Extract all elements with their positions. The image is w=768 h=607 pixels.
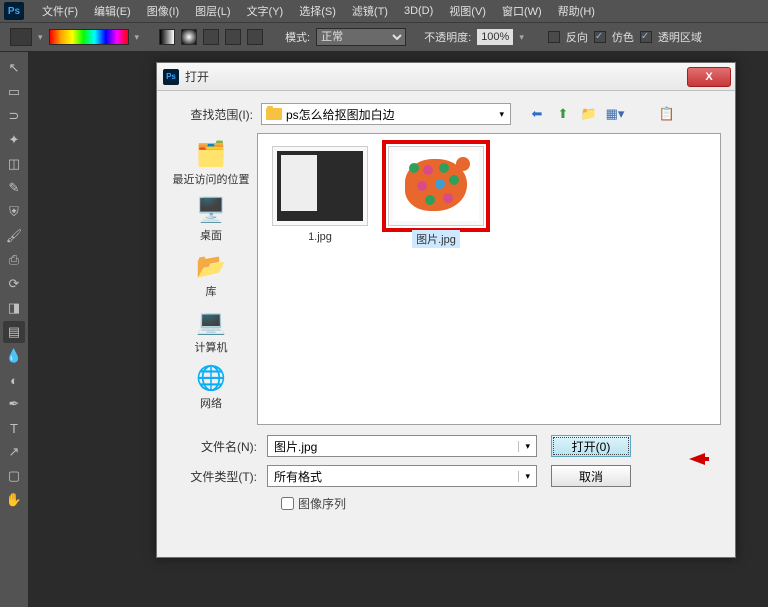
file-list-footer (257, 413, 721, 425)
menu-3d[interactable]: 3D(D) (396, 5, 441, 17)
heal-tool-icon[interactable]: ⛨ (3, 201, 25, 223)
recent-places-icon: 🗂️ (192, 137, 230, 171)
folder-icon (266, 108, 282, 120)
gradient-type-angle-icon[interactable] (203, 29, 219, 45)
mode-label: 模式: (285, 29, 310, 45)
menu-select[interactable]: 选择(S) (291, 3, 344, 19)
gradient-tool-icon[interactable] (10, 28, 32, 46)
menu-layer[interactable]: 图层(L) (187, 3, 238, 19)
menu-file[interactable]: 文件(F) (34, 3, 86, 19)
opacity-value[interactable]: 100% (477, 29, 513, 45)
menu-image[interactable]: 图像(I) (139, 3, 187, 19)
gradient-type-linear-icon[interactable] (159, 29, 175, 45)
opacity-label: 不透明度: (424, 29, 471, 45)
filename-combo[interactable]: 图片.jpg ▾ (267, 435, 537, 457)
lookup-value: ps怎么给抠图加白边 (286, 106, 395, 123)
lookup-label: 查找范围(I): (171, 106, 261, 123)
marquee-tool-icon[interactable]: ▭ (3, 81, 25, 103)
ps-logo-icon: Ps (4, 2, 24, 20)
menu-edit[interactable]: 编辑(E) (86, 3, 139, 19)
menu-filter[interactable]: 滤镜(T) (344, 3, 396, 19)
open-dialog: Ps 打开 X 查找范围(I): ps怎么给抠图加白边 ▾ ⬅ ⬆ 📁 ▦▾ 📋 (156, 62, 736, 558)
close-button[interactable]: X (687, 67, 731, 87)
chevron-down-icon[interactable]: ▾ (519, 32, 524, 43)
chevron-down-icon[interactable]: ▾ (135, 32, 140, 43)
computer-icon: 💻 (192, 305, 230, 339)
eyedropper-tool-icon[interactable]: ✎ (3, 177, 25, 199)
open-button[interactable]: 打开(0) (551, 435, 631, 457)
chevron-down-icon[interactable]: ▾ (518, 471, 536, 482)
brush-tool-icon[interactable]: 🖌 (3, 225, 25, 247)
filetype-label: 文件类型(T): (177, 468, 267, 485)
dither-label: 仿色 (612, 29, 634, 45)
dodge-tool-icon[interactable]: ◐ (3, 369, 25, 391)
wand-tool-icon[interactable]: ✦ (3, 129, 25, 151)
desktop-icon: 🖥️ (192, 193, 230, 227)
ps-menubar: Ps 文件(F) 编辑(E) 图像(I) 图层(L) 文字(Y) 选择(S) 滤… (0, 0, 768, 22)
place-computer[interactable]: 💻 计算机 (192, 305, 230, 355)
menu-view[interactable]: 视图(V) (441, 3, 494, 19)
file-item[interactable]: 图片.jpg (386, 146, 486, 248)
new-folder-icon[interactable]: 📁 (579, 104, 599, 124)
ps-logo-icon: Ps (163, 69, 179, 85)
menu-type[interactable]: 文字(Y) (239, 3, 292, 19)
shape-tool-icon[interactable]: ▢ (3, 465, 25, 487)
file-name-label: 1.jpg (304, 230, 336, 244)
views-icon[interactable]: ▦▾ (605, 104, 625, 124)
blur-tool-icon[interactable]: 💧 (3, 345, 25, 367)
type-tool-icon[interactable]: T (3, 417, 25, 439)
crop-tool-icon[interactable]: ◫ (3, 153, 25, 175)
move-tool-icon[interactable]: ↖ (3, 57, 25, 79)
eraser-tool-icon[interactable]: ◨ (3, 297, 25, 319)
transparency-label: 透明区域 (658, 29, 702, 45)
chevron-down-icon[interactable]: ▾ (493, 109, 510, 120)
image-sequence-checkbox[interactable] (281, 497, 294, 510)
gradient-preview[interactable] (49, 29, 129, 45)
dialog-title: 打开 (185, 68, 209, 85)
file-thumbnail (388, 146, 484, 226)
hand-tool-icon[interactable]: ✋ (3, 489, 25, 511)
stamp-tool-icon[interactable]: ⎙ (3, 249, 25, 271)
options-icon[interactable]: 📋 (657, 104, 677, 124)
menu-window[interactable]: 窗口(W) (494, 3, 550, 19)
file-item[interactable]: 1.jpg (270, 146, 370, 244)
gradient-type-diamond-icon[interactable] (247, 29, 263, 45)
file-name-label: 图片.jpg (412, 230, 460, 248)
place-desktop[interactable]: 🖥️ 桌面 (192, 193, 230, 243)
image-sequence-label: 图像序列 (298, 495, 346, 512)
ps-left-toolbar: ↖ ▭ ⊃ ✦ ◫ ✎ ⛨ 🖌 ⎙ ⟳ ◨ ▤ 💧 ◐ ✒ T ↗ ▢ ✋ (0, 52, 28, 512)
menu-help[interactable]: 帮助(H) (550, 3, 603, 19)
network-icon: 🌐 (192, 361, 230, 395)
chevron-down-icon[interactable]: ▾ (38, 32, 43, 43)
back-icon[interactable]: ⬅ (527, 104, 547, 124)
transparency-checkbox[interactable] (640, 31, 652, 43)
up-icon[interactable]: ⬆ (553, 104, 573, 124)
options-bar: ▾ ▾ 模式: 正常 不透明度: 100% ▾ 反向 仿色 透明区域 (0, 22, 768, 52)
lookup-combo[interactable]: ps怎么给抠图加白边 ▾ (261, 103, 511, 125)
cancel-button[interactable]: 取消 (551, 465, 631, 487)
file-list[interactable]: 1.jpg 图片.jpg (257, 133, 721, 413)
reverse-checkbox[interactable] (548, 31, 560, 43)
file-thumbnail (272, 146, 368, 226)
gradient-type-radial-icon[interactable] (181, 29, 197, 45)
place-network[interactable]: 🌐 网络 (192, 361, 230, 411)
path-tool-icon[interactable]: ↗ (3, 441, 25, 463)
gradient-type-reflected-icon[interactable] (225, 29, 241, 45)
places-panel: 🗂️ 最近访问的位置 🖥️ 桌面 📂 库 💻 计算机 🌐 网络 (171, 133, 251, 413)
place-recent[interactable]: 🗂️ 最近访问的位置 (173, 137, 250, 187)
place-libraries[interactable]: 📂 库 (192, 249, 230, 299)
history-brush-tool-icon[interactable]: ⟳ (3, 273, 25, 295)
lasso-tool-icon[interactable]: ⊃ (3, 105, 25, 127)
chevron-down-icon[interactable]: ▾ (518, 441, 536, 452)
filename-label: 文件名(N): (177, 438, 267, 455)
pen-tool-icon[interactable]: ✒ (3, 393, 25, 415)
gradient-tool-icon[interactable]: ▤ (3, 321, 25, 343)
reverse-label: 反向 (566, 29, 588, 45)
dither-checkbox[interactable] (594, 31, 606, 43)
mode-select[interactable]: 正常 (316, 28, 406, 46)
annotation-arrow-icon (689, 453, 705, 465)
libraries-icon: 📂 (192, 249, 230, 283)
filetype-combo[interactable]: 所有格式 ▾ (267, 465, 537, 487)
dialog-titlebar[interactable]: Ps 打开 X (157, 63, 735, 91)
